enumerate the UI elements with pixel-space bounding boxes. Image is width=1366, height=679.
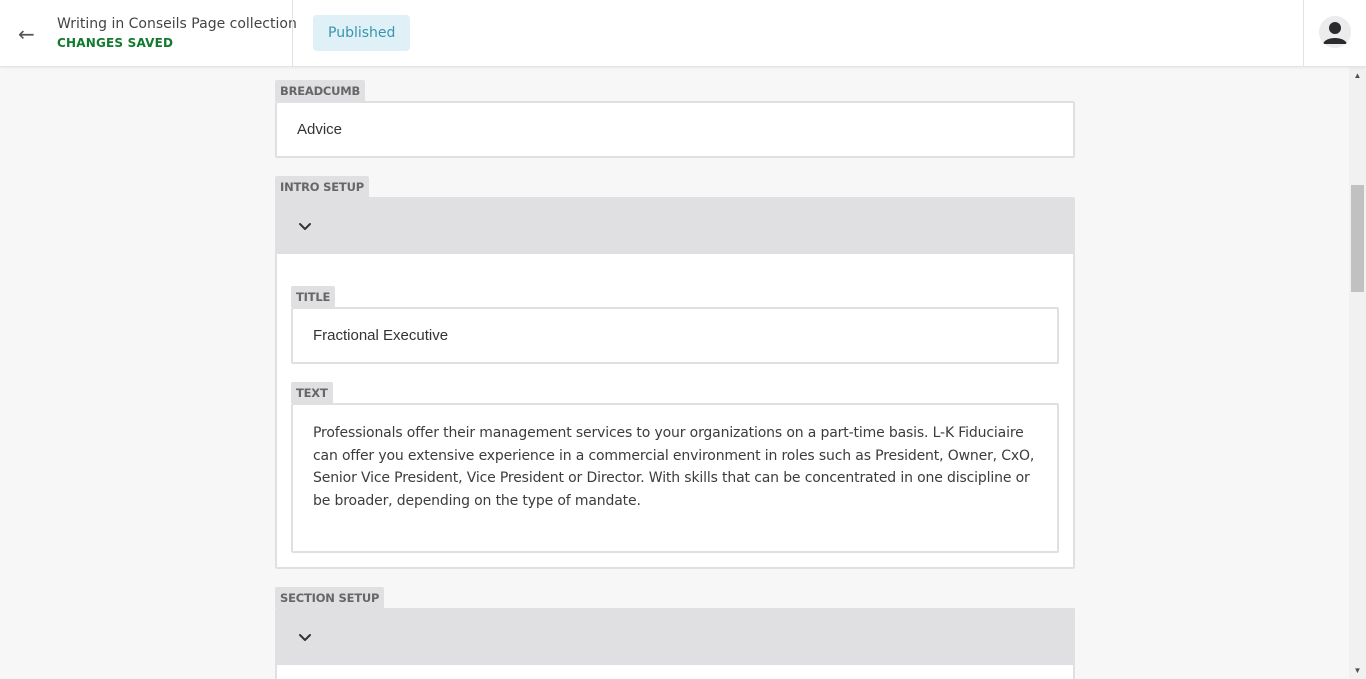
- title-input[interactable]: Fractional Executive: [291, 307, 1059, 364]
- intro-setup-group: INTRO SETUP TITLE Fractional Executive T…: [275, 176, 1075, 569]
- header-text: Writing in Conseils Page collection CHAN…: [57, 15, 297, 51]
- chevron-down-icon: [299, 223, 311, 230]
- header-divider: [1303, 0, 1304, 67]
- section-setup-box: [275, 608, 1075, 679]
- title-field: TITLE Fractional Executive: [291, 286, 1059, 364]
- intro-setup-body: TITLE Fractional Executive TEXT Professi…: [277, 254, 1073, 567]
- section-setup-group: SECTION SETUP: [275, 587, 1075, 679]
- user-silhouette: [1319, 16, 1351, 48]
- scroll-thumb[interactable]: [1351, 185, 1364, 292]
- chevron-down-icon: [299, 634, 311, 641]
- text-field: TEXT Professionals offer their managemen…: [291, 382, 1059, 553]
- save-status: CHANGES SAVED: [57, 36, 174, 50]
- collection-title: Writing in Conseils Page collection: [57, 16, 297, 32]
- section-setup-body: [277, 665, 1073, 679]
- vertical-scrollbar[interactable]: ▲ ▼: [1349, 67, 1366, 679]
- intro-setup-toggle[interactable]: [277, 199, 1073, 254]
- scroll-down-icon[interactable]: ▼: [1349, 662, 1366, 679]
- scroll-up-icon[interactable]: ▲: [1349, 67, 1366, 84]
- editor-content: BREADCUMB Advice INTRO SETUP TITLE Fract…: [275, 67, 1075, 679]
- arrow-left-icon[interactable]: ←: [18, 22, 42, 46]
- breadcrumb-label: BREADCUMB: [275, 80, 366, 101]
- title-label: TITLE: [291, 286, 336, 307]
- text-label: TEXT: [291, 382, 333, 403]
- breadcrumb-input[interactable]: Advice: [275, 101, 1075, 158]
- intro-setup-box: TITLE Fractional Executive TEXT Professi…: [275, 197, 1075, 569]
- text-textarea[interactable]: Professionals offer their management ser…: [291, 403, 1059, 553]
- status-badge[interactable]: Published: [313, 15, 411, 51]
- top-bar: ← Writing in Conseils Page collection CH…: [0, 0, 1366, 67]
- section-setup-label: SECTION SETUP: [275, 587, 385, 608]
- section-setup-toggle[interactable]: [277, 610, 1073, 665]
- intro-setup-label: INTRO SETUP: [275, 176, 369, 197]
- header-divider: [292, 0, 293, 67]
- user-avatar-icon[interactable]: [1319, 16, 1351, 48]
- breadcrumb-field: BREADCUMB Advice: [275, 80, 1075, 158]
